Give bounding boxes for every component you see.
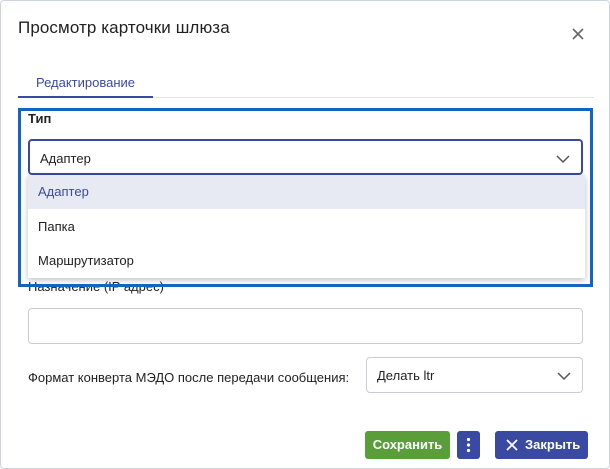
more-vertical-icon bbox=[466, 437, 471, 453]
dialog-title: Просмотр карточки шлюза bbox=[18, 18, 230, 37]
chevron-down-icon bbox=[556, 155, 570, 164]
gateway-card-dialog: Просмотр карточки шлюза Редактирование Т… bbox=[0, 0, 610, 469]
close-button-label: Закрыть bbox=[525, 437, 581, 452]
close-icon[interactable] bbox=[569, 25, 587, 43]
x-icon bbox=[506, 439, 518, 451]
type-option-router[interactable]: Маршрутизатор bbox=[28, 244, 585, 278]
format-select[interactable]: Делать ltr bbox=[366, 357, 583, 393]
tab-editing[interactable]: Редактирование bbox=[18, 67, 153, 98]
chevron-down-icon bbox=[557, 372, 571, 381]
more-actions-button[interactable] bbox=[457, 431, 480, 459]
type-option-adapter[interactable]: Адаптер bbox=[28, 175, 585, 209]
format-label: Формат конверта МЭДО после передачи сооб… bbox=[28, 370, 350, 385]
tab-bar: Редактирование bbox=[18, 67, 594, 98]
save-button[interactable]: Сохранить bbox=[365, 431, 450, 459]
ip-label: Назначение (IP адрес) bbox=[28, 279, 164, 294]
close-button[interactable]: Закрыть bbox=[495, 431, 588, 459]
format-select-value: Делать ltr bbox=[377, 368, 435, 383]
type-select[interactable]: Адаптер bbox=[28, 139, 583, 175]
type-dropdown-menu: Адаптер Папка Маршрутизатор bbox=[28, 175, 585, 278]
type-label: Тип bbox=[28, 111, 52, 126]
ip-input[interactable] bbox=[28, 308, 583, 344]
type-select-value: Адаптер bbox=[40, 151, 91, 166]
type-option-folder[interactable]: Папка bbox=[28, 210, 585, 244]
